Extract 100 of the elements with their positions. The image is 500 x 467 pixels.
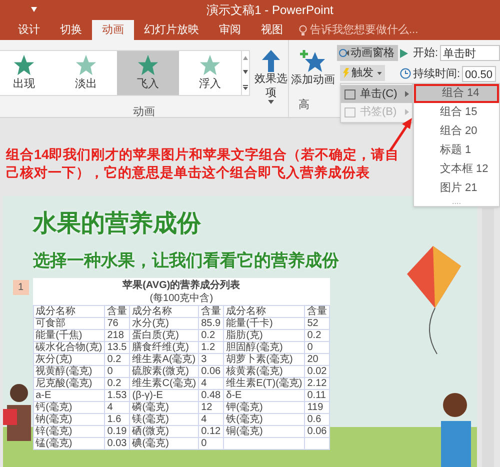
submenu-item[interactable]: 文本框 12 <box>414 160 499 179</box>
table-cell: 胆固醇(毫克) <box>224 341 305 353</box>
table-cell: 膳食纤维(克) <box>130 341 199 353</box>
star-icon <box>137 54 159 76</box>
table-cell: 20 <box>304 353 330 365</box>
effect-options-button[interactable]: 效果选项 <box>254 50 288 104</box>
tell-me-placeholder: 告诉我您想要做什么... <box>310 22 418 38</box>
ribbon-tab[interactable]: 动画 <box>92 20 134 40</box>
animation-effect[interactable]: 飞入 <box>117 51 179 95</box>
ribbon-tab[interactable]: 审阅 <box>209 20 251 40</box>
table-cell: 蛋白质(克) <box>130 329 199 341</box>
table-cell: 0.03 <box>104 437 130 449</box>
submenu-item[interactable]: 标题 1 <box>414 141 499 160</box>
effect-label: 出现 <box>13 76 35 92</box>
clock-icon <box>400 68 411 80</box>
ribbon-tab[interactable]: 幻灯片放映 <box>134 20 209 40</box>
table-cell: 3 <box>198 353 224 365</box>
table-cell: 镁(毫克) <box>130 413 199 425</box>
table-cell: 0.06 <box>304 425 330 437</box>
menu-item[interactable]: 单击(C) <box>341 85 412 103</box>
arrow-up-icon <box>262 50 280 72</box>
table-cell: 胡萝卜素(毫克) <box>224 353 305 365</box>
table-cell: 52 <box>304 317 330 329</box>
table-cell: 0 <box>104 365 130 377</box>
table-header-cell: 含量 <box>104 305 130 317</box>
add-animation-button[interactable]: 添加动画 <box>291 49 336 87</box>
more-icon[interactable] <box>243 84 248 90</box>
star-plus-icon <box>300 49 326 73</box>
table-cell: 1.6 <box>104 413 130 425</box>
table-cell: 0.48 <box>198 389 224 401</box>
table-header-cell: 成分名称 <box>224 305 305 317</box>
submenu-item[interactable]: 组合 14 <box>414 84 499 103</box>
table-cell: 钠(毫克) <box>33 413 105 425</box>
table-cell: 76 <box>104 317 130 329</box>
table-cell: 0.19 <box>104 425 130 437</box>
table-cell: 0.2 <box>198 329 224 341</box>
table-cell: a-E <box>33 389 105 401</box>
table-cell: 锌(毫克) <box>33 425 105 437</box>
star-icon <box>13 54 35 76</box>
item-icon <box>344 88 356 100</box>
group-label: 动画 <box>132 105 156 120</box>
window-title: 演示文稿1 - PowerPoint <box>206 2 334 19</box>
caret-icon[interactable] <box>31 7 37 12</box>
start-dropdown[interactable]: 单击时 <box>440 45 500 62</box>
caret-icon <box>376 72 382 74</box>
scroll-up-icon[interactable] <box>243 56 248 60</box>
submenu-arrow-icon <box>405 109 409 115</box>
person-drawing <box>3 381 31 441</box>
table-title: 苹果(AVG)的营养成分列表 <box>122 278 242 292</box>
submenu-arrow-icon <box>405 91 409 97</box>
table-cell: 119 <box>304 401 330 413</box>
animation-pane-button[interactable]: 动画窗格 <box>336 45 398 61</box>
duration-field[interactable]: 00.50 <box>462 66 496 82</box>
table-cell: 13.5 <box>104 341 130 353</box>
submenu-item[interactable]: 图片 21 <box>414 179 499 198</box>
table-cell: 0.6 <box>304 413 330 425</box>
ribbon-tab[interactable]: 视图 <box>251 20 293 40</box>
trigger-button[interactable]: 触发 <box>340 65 385 81</box>
submenu-item[interactable]: 组合 20 <box>414 122 499 141</box>
table-cell: 12 <box>198 401 224 413</box>
slide-subtitle: 选择一种水果，让我们看看它的营养成份 <box>33 250 340 272</box>
table-header-cell: 含量 <box>198 305 224 317</box>
table-cell: 1.2 <box>198 341 224 353</box>
table-cell: 铁(毫克) <box>224 413 305 425</box>
table-cell: 核黄素(毫克) <box>224 365 305 377</box>
table-cell: 4 <box>198 377 224 389</box>
table-cell: 钙(毫克) <box>33 401 105 413</box>
table-cell: 尼克酸(毫克) <box>33 377 105 389</box>
tell-me-field[interactable]: 告诉我您想要做什么... <box>293 20 424 40</box>
ribbon-tab[interactable]: 设计 <box>8 20 50 40</box>
table-cell: 1.53 <box>104 389 130 401</box>
table-cell: 碘(毫克) <box>130 437 199 449</box>
table-cell: 2.12 <box>304 377 330 389</box>
table-cell: 维生素A(毫克) <box>130 353 199 365</box>
scroll-down-icon[interactable] <box>243 70 248 74</box>
table-cell: 视黄醇(毫克) <box>33 365 105 377</box>
effect-label: 淡出 <box>75 76 97 92</box>
duration-label: 持续时间: <box>412 66 460 82</box>
table-cell: 碳水化合物(克) <box>33 341 105 353</box>
slide-number-badge: 1 <box>13 280 29 294</box>
lightbulb-icon <box>299 24 307 36</box>
table-cell: 0.2 <box>104 353 130 365</box>
table-cell: 0 <box>304 341 330 353</box>
start-label: 开始: <box>412 46 438 61</box>
table-cell: 钾(毫克) <box>224 401 305 413</box>
table-subtitle: (每100克中含) <box>148 292 214 304</box>
lightning-icon <box>342 68 349 78</box>
ribbon-tab[interactable]: 切换 <box>50 20 92 40</box>
table-cell: 85.9 <box>198 317 224 329</box>
table-cell: δ-E <box>224 389 305 401</box>
table-cell: 水分(克) <box>130 317 199 329</box>
table-cell: 能量(千焦) <box>33 329 105 341</box>
table-cell: 0.06 <box>198 365 224 377</box>
item-icon <box>344 106 356 118</box>
table-cell: 锰(毫克) <box>33 437 105 449</box>
submenu-item[interactable]: 组合 15 <box>414 103 499 122</box>
table-cell: 0.2 <box>304 329 330 341</box>
table-cell: 脂肪(克) <box>224 329 305 341</box>
slide-title: 水果的营养成份 <box>33 209 202 239</box>
table-cell: 能量(千卡) <box>224 317 305 329</box>
